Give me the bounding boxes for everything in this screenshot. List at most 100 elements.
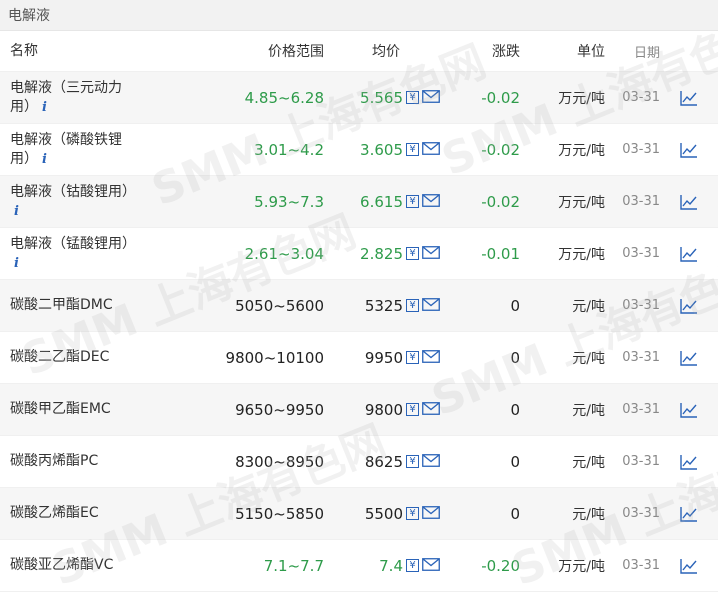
yen-icon[interactable]: ¥	[406, 559, 419, 572]
mail-icon[interactable]	[422, 401, 440, 419]
avg-price-cell: 7.4 ¥	[330, 557, 440, 575]
yen-icon[interactable]: ¥	[406, 299, 419, 312]
mail-icon[interactable]	[422, 297, 440, 315]
product-name-line1: 电解液（钴酸锂用）	[10, 183, 136, 200]
price-range: 8300~8950	[235, 452, 324, 471]
product-name-line2: 用）	[10, 98, 38, 115]
trend-chart-icon[interactable]	[660, 142, 718, 158]
avg-price-cell: 9800 ¥	[330, 401, 440, 419]
yen-icon[interactable]: ¥	[406, 195, 419, 208]
trend-chart-icon[interactable]	[660, 298, 718, 314]
avg-price: 5325	[364, 296, 403, 315]
table-row: 碳酸亚乙烯酯VC 7.1~7.7 7.4 ¥ -0.20 万元/吨 03-31	[0, 540, 718, 592]
avg-price-cell: 5.565 ¥	[330, 89, 440, 107]
date: 03-31	[622, 454, 660, 469]
price-range: 9650~9950	[235, 400, 324, 419]
product-name-line2: 用）	[10, 150, 38, 167]
trend-chart-icon[interactable]	[660, 246, 718, 262]
yen-icon[interactable]: ¥	[406, 247, 419, 260]
date: 03-31	[622, 194, 660, 209]
avg-price-cell: 2.825 ¥	[330, 245, 440, 263]
yen-icon[interactable]: ¥	[406, 507, 419, 520]
product-name: 碳酸亚乙烯酯VC	[0, 556, 140, 575]
header-name: 名称	[10, 42, 38, 59]
avg-price: 5500	[364, 504, 403, 523]
yen-icon[interactable]: ¥	[406, 455, 419, 468]
yen-icon[interactable]: ¥	[406, 403, 419, 416]
avg-price: 6.615	[360, 192, 403, 211]
yen-icon[interactable]: ¥	[406, 351, 419, 364]
unit: 万元/吨	[558, 246, 605, 263]
date: 03-31	[622, 402, 660, 417]
avg-price: 3.605	[360, 140, 403, 159]
price-range: 5050~5600	[235, 296, 324, 315]
table-row: 碳酸甲乙酯EMC 9650~9950 9800 ¥0 元/吨 03-31	[0, 384, 718, 436]
info-icon[interactable]: i	[42, 152, 47, 167]
table-row: 电解液（三元动力 用） i 4.85~6.28 5.565 ¥ -0.02 万元/吨 03-31	[0, 72, 718, 124]
product-name: 碳酸乙烯酯EC	[0, 504, 140, 523]
price-table-body: 电解液（三元动力 用） i 4.85~6.28 5.565 ¥ -0.02 万元/吨 03-31…	[0, 72, 718, 592]
price-change: 0	[510, 348, 520, 367]
mail-icon[interactable]	[422, 505, 440, 523]
avg-price: 2.825	[360, 244, 403, 263]
price-range: 4.85~6.28	[244, 88, 324, 107]
yen-icon[interactable]: ¥	[406, 143, 419, 156]
trend-chart-icon[interactable]	[660, 402, 718, 418]
unit: 万元/吨	[558, 558, 605, 575]
mail-icon[interactable]	[422, 89, 440, 107]
info-icon[interactable]: i	[42, 100, 47, 115]
info-icon[interactable]: i	[14, 256, 19, 271]
trend-chart-icon[interactable]	[660, 90, 718, 106]
section-title-text: 电解液	[8, 8, 50, 24]
price-range: 5.93~7.3	[254, 192, 324, 211]
product-name: 电解液（钴酸锂用） i	[0, 183, 140, 221]
trend-chart-icon[interactable]	[660, 350, 718, 366]
date: 03-31	[622, 246, 660, 261]
info-icon[interactable]: i	[14, 204, 19, 219]
product-name: 电解液（三元动力 用） i	[0, 79, 140, 117]
mail-icon[interactable]	[422, 349, 440, 367]
product-name-line1: 碳酸甲乙酯EMC	[10, 401, 111, 417]
avg-price: 9800	[364, 400, 403, 419]
product-name-line1: 碳酸二甲酯DMC	[10, 297, 113, 313]
unit: 元/吨	[572, 298, 605, 315]
mail-icon[interactable]	[422, 557, 440, 575]
header-change: 涨跌	[492, 44, 520, 60]
mail-icon[interactable]	[422, 245, 440, 263]
price-range: 2.61~3.04	[244, 244, 324, 263]
yen-icon[interactable]: ¥	[406, 91, 419, 104]
product-name-line1: 碳酸乙烯酯EC	[10, 505, 99, 521]
mail-icon[interactable]	[422, 141, 440, 159]
avg-price-cell: 5325 ¥	[330, 297, 440, 315]
price-change: -0.01	[481, 244, 520, 263]
price-range: 9800~10100	[225, 348, 324, 367]
header-unit: 单位	[577, 44, 605, 60]
price-range: 7.1~7.7	[263, 556, 324, 575]
date: 03-31	[622, 142, 660, 157]
unit: 元/吨	[572, 402, 605, 419]
avg-price-cell: 6.615 ¥	[330, 193, 440, 211]
table-row: 电解液（锰酸锂用） i 2.61~3.04 2.825 ¥ -0.01 万元/吨 03-31	[0, 228, 718, 280]
unit: 万元/吨	[558, 194, 605, 211]
trend-chart-icon[interactable]	[660, 506, 718, 522]
product-name: 碳酸二甲酯DMC	[0, 296, 140, 315]
trend-chart-icon[interactable]	[660, 454, 718, 470]
product-name-line1: 碳酸丙烯酯PC	[10, 453, 99, 469]
avg-price-cell: 5500 ¥	[330, 505, 440, 523]
mail-icon[interactable]	[422, 453, 440, 471]
price-change: -0.02	[481, 192, 520, 211]
unit: 元/吨	[572, 350, 605, 367]
header-date: 日期	[633, 45, 660, 61]
product-name: 电解液（磷酸铁锂 用） i	[0, 131, 140, 169]
mail-icon[interactable]	[422, 193, 440, 211]
product-name: 电解液（锰酸锂用） i	[0, 235, 140, 273]
product-name-line1: 电解液（三元动力	[10, 79, 122, 96]
trend-chart-icon[interactable]	[660, 558, 718, 574]
product-name-line1: 电解液（锰酸锂用）	[10, 235, 136, 252]
unit: 万元/吨	[558, 90, 605, 107]
date: 03-31	[622, 506, 660, 521]
trend-chart-icon[interactable]	[660, 194, 718, 210]
date: 03-31	[622, 558, 660, 573]
product-name: 碳酸丙烯酯PC	[0, 452, 140, 471]
table-row: 电解液（磷酸铁锂 用） i 3.01~4.2 3.605 ¥ -0.02 万元/吨 03-31	[0, 124, 718, 176]
